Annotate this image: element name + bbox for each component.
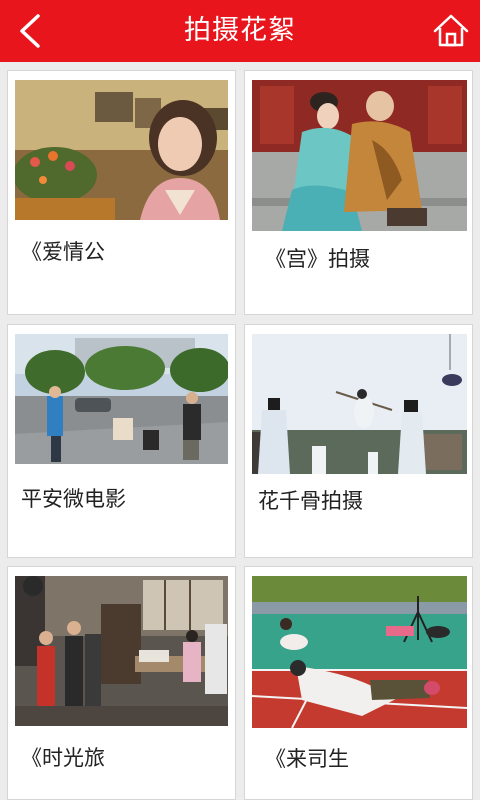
thumbnail: [252, 334, 467, 474]
card-caption: 平安微电影: [21, 487, 126, 511]
card-caption: 《来司生: [265, 747, 349, 771]
card-caption: 《时光旅: [21, 746, 105, 770]
video-card[interactable]: 花千骨拍摄: [244, 324, 473, 558]
video-card[interactable]: 《时光旅: [7, 566, 236, 800]
card-caption: 《爱情公: [21, 240, 105, 264]
home-icon: [433, 14, 469, 47]
thumbnail: [252, 576, 467, 728]
thumbnail: [252, 80, 467, 231]
thumbnail: [15, 334, 228, 464]
page-title: 拍摄花絮: [184, 15, 296, 46]
video-card[interactable]: 《宫》拍摄: [244, 70, 473, 315]
app-header: 拍摄花絮: [0, 0, 480, 62]
thumbnail: [15, 576, 228, 726]
video-card[interactable]: 《来司生: [244, 566, 473, 800]
thumbnail: [15, 80, 228, 220]
video-card[interactable]: 《爱情公: [7, 70, 236, 315]
card-caption: 花千骨拍摄: [258, 489, 363, 513]
card-caption: 《宫》拍摄: [265, 247, 370, 271]
home-button[interactable]: [432, 12, 470, 50]
video-card[interactable]: 平安微电影: [7, 324, 236, 558]
